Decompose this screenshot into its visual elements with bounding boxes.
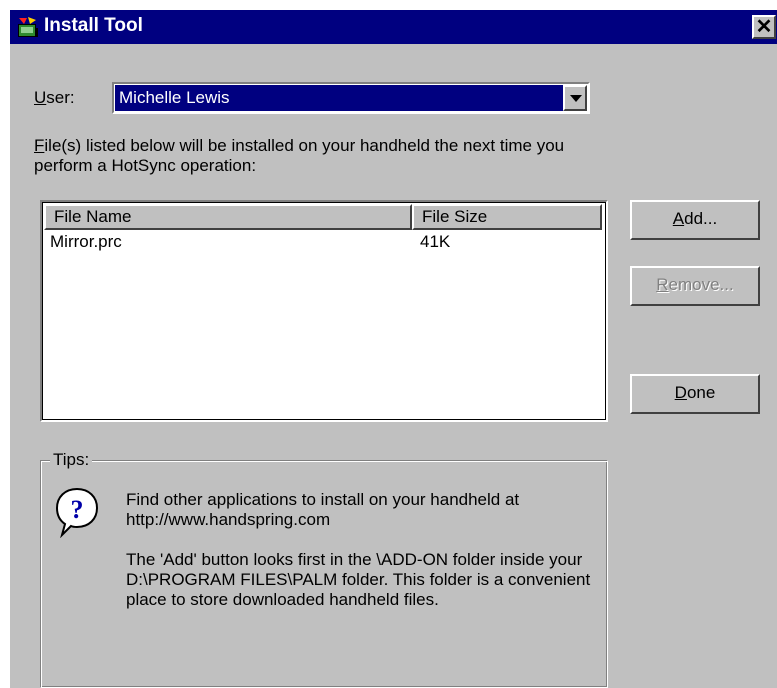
column-header-file-name[interactable]: File Name: [44, 204, 412, 230]
file-list[interactable]: File Name File Size Mirror.prc 41K: [40, 200, 608, 422]
close-button[interactable]: ✕: [752, 15, 776, 39]
add-button[interactable]: Add...: [630, 200, 760, 240]
question-balloon-icon: ?: [55, 487, 99, 538]
install-tool-window: Install Tool ✕ User: Michelle Lewis File…: [8, 8, 777, 688]
install-description: File(s) listed below will be installed o…: [34, 136, 565, 175]
tips-paragraph-1: Find other applications to install on yo…: [126, 490, 520, 529]
svg-text:?: ?: [71, 495, 84, 524]
user-select-value-box[interactable]: Michelle Lewis: [115, 85, 563, 111]
file-row-size[interactable]: 41K: [420, 232, 450, 252]
window-title: Install Tool: [44, 15, 143, 36]
add-button-label: Add...: [672, 209, 718, 228]
remove-button-label: Remove...: [656, 275, 734, 294]
title-bar[interactable]: Install Tool ✕: [10, 10, 777, 44]
done-button[interactable]: Done: [630, 374, 760, 414]
user-label: User:: [34, 88, 75, 107]
user-select[interactable]: Michelle Lewis: [112, 82, 590, 114]
chevron-down-icon[interactable]: [563, 85, 587, 111]
remove-button[interactable]: Remove...: [630, 266, 760, 306]
file-row-name[interactable]: Mirror.prc: [50, 232, 122, 252]
column-header-file-size[interactable]: File Size: [412, 204, 602, 230]
hotsync-app-icon: [18, 17, 38, 37]
done-button-label: Done: [674, 383, 716, 402]
close-icon: ✕: [755, 16, 773, 38]
user-select-value: Michelle Lewis: [119, 88, 230, 107]
tips-text: Find other applications to install on yo…: [126, 490, 602, 630]
tips-legend: Tips:: [50, 450, 93, 470]
tips-paragraph-2: The 'Add' button looks first in the \ADD…: [126, 550, 591, 609]
